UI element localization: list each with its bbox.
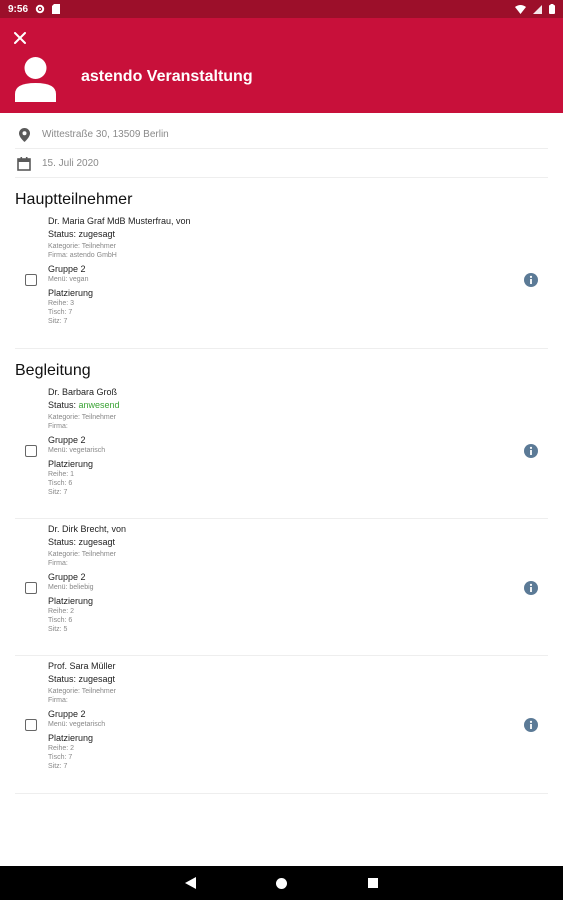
placement-seat: Sitz: 7 [48,318,68,325]
event-date: 15. Juli 2020 [42,158,99,169]
placement-row: Reihe: 3 [48,300,75,307]
battery-icon [549,4,555,14]
placement-label: Platzierung [48,459,94,469]
participant-menu: Menü: vegetarisch [48,721,106,728]
placement-table: Tisch: 7 [48,754,73,761]
back-button[interactable] [184,876,198,890]
participant-category: Kategorie: Teilnehmer [48,688,116,695]
back-triangle-icon [185,877,196,889]
close-button[interactable] [11,29,29,47]
recents-button[interactable] [366,876,380,890]
participant-details: Dr. Maria Graf MdB Musterfrau, von Statu… [48,216,468,326]
placement-seat: Sitz: 7 [48,489,68,496]
participant-category: Kategorie: Teilnehmer [48,243,116,250]
participant-company: Firma: [48,697,68,704]
placement-table: Tisch: 6 [48,617,73,624]
info-icon [524,718,538,732]
participant-category: Kategorie: Teilnehmer [48,414,116,421]
participant-menu: Menü: vegetarisch [48,447,106,454]
participant-checkbox[interactable] [25,582,37,594]
participant-company: Firma: [48,560,68,567]
participant-group: Gruppe 2 [48,709,86,719]
wifi-icon [515,4,526,14]
signal-icon [533,4,542,14]
placement-row: Reihe: 2 [48,745,75,752]
participant-card: Dr. Barbara Groß Status: anwesend Katego… [15,387,548,519]
participant-name: Dr. Dirk Brecht, von [48,524,127,534]
info-button[interactable] [524,718,538,732]
participant-name: Dr. Barbara Groß [48,387,118,397]
status-bar: 9:56 [0,0,563,18]
status-value: zugesagt [78,674,116,684]
placement-seat: Sitz: 7 [48,763,68,770]
placement-label: Platzierung [48,733,94,743]
person-icon [15,57,56,102]
header-title: astendo Veranstaltung [81,68,253,85]
participant-group: Gruppe 2 [48,572,86,582]
location-pin-icon [15,127,33,142]
home-button[interactable] [275,876,289,890]
placement-label: Platzierung [48,596,94,606]
participant-details: Dr. Barbara Groß Status: anwesend Katego… [48,387,468,497]
participant-group: Gruppe 2 [48,435,86,445]
status-value: anwesend [78,400,120,410]
placement-row: Reihe: 2 [48,608,75,615]
close-icon [14,32,26,44]
participant-name: Dr. Maria Graf MdB Musterfrau, von [48,216,191,226]
placement-table: Tisch: 7 [48,309,73,316]
participant-group: Gruppe 2 [48,264,86,274]
status-value: zugesagt [78,537,116,547]
system-navigation-bar [0,866,563,900]
placement-seat: Sitz: 5 [48,626,68,633]
participant-details: Prof. Sara Müller Status: zugesagt Kateg… [48,661,468,771]
status-value: zugesagt [78,229,116,239]
participant-checkbox[interactable] [25,445,37,457]
info-icon [524,444,538,458]
participant-details: Dr. Dirk Brecht, von Status: zugesagt Ka… [48,524,468,634]
info-button[interactable] [524,581,538,595]
participant-card: Prof. Sara Müller Status: zugesagt Kateg… [15,661,548,794]
settings-gear-icon [35,4,45,14]
participant-checkbox[interactable] [25,274,37,286]
participant-card: Dr. Dirk Brecht, von Status: zugesagt Ka… [15,524,548,656]
section-title-main: Hauptteilnehmer [15,191,133,208]
participant-company: Firma: [48,423,68,430]
info-icon [524,581,538,595]
sd-card-icon [52,4,61,14]
placement-table: Tisch: 6 [48,480,73,487]
calendar-icon [15,156,33,171]
recents-square-icon [367,878,378,888]
info-button[interactable] [524,444,538,458]
placement-row: Reihe: 1 [48,471,75,478]
info-icon [524,273,538,287]
participant-menu: Menü: beliebig [48,584,94,591]
section-title-companions: Begleitung [15,362,91,379]
participant-status: Status: anwesend [48,400,120,410]
participant-status: Status: zugesagt [48,537,116,547]
event-address: Wittestraße 30, 13509 Berlin [42,129,169,140]
participant-card: Dr. Maria Graf MdB Musterfrau, von Statu… [15,216,548,349]
home-circle-icon [276,877,287,889]
participant-status: Status: zugesagt [48,674,116,684]
participant-menu: Menü: vegan [48,276,89,283]
app-header: astendo Veranstaltung [0,18,563,113]
info-button[interactable] [524,273,538,287]
status-time: 9:56 [8,3,29,15]
event-date-row: 15. Juli 2020 [15,150,548,178]
participant-status: Status: zugesagt [48,229,116,239]
participant-name: Prof. Sara Müller [48,661,116,671]
participant-company: Firma: astendo GmbH [48,252,117,259]
placement-label: Platzierung [48,288,94,298]
participant-category: Kategorie: Teilnehmer [48,551,116,558]
participant-checkbox[interactable] [25,719,37,731]
event-address-row: Wittestraße 30, 13509 Berlin [15,121,548,149]
